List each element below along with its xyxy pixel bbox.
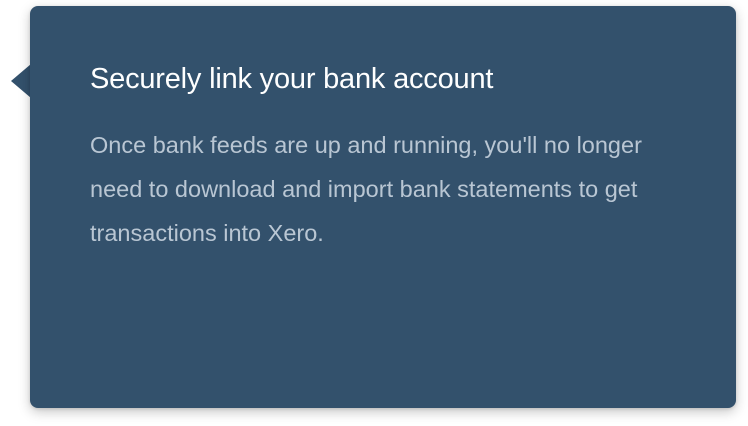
tooltip-pointer — [11, 64, 31, 98]
bank-feeds-tooltip: Securely link your bank account Once ban… — [30, 6, 736, 408]
tooltip-body: Once bank feeds are up and running, you'… — [90, 132, 642, 246]
tooltip-title: Securely link your bank account — [90, 63, 494, 95]
